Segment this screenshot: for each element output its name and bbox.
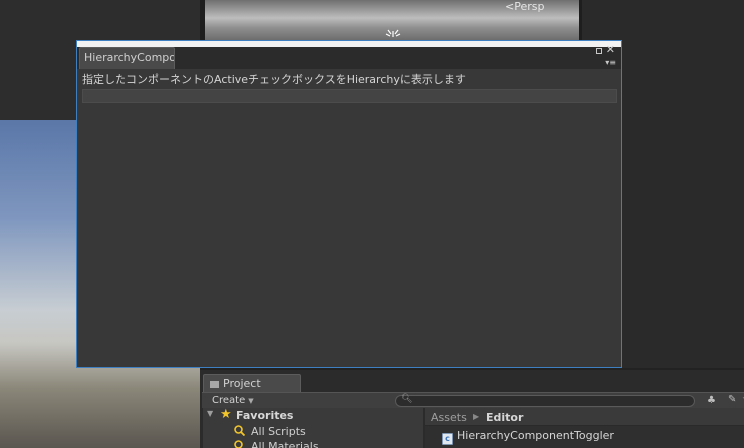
window-tab[interactable]: HierarchyComponentToggler (79, 47, 175, 69)
asset-item[interactable]: c HierarchyComponentToggler (442, 429, 614, 445)
favorites-item-all-materials[interactable]: All Materials (251, 440, 319, 448)
window-menu-icon[interactable]: ▾≡ (605, 59, 616, 67)
folder-icon (210, 381, 219, 388)
close-icon[interactable]: ✕ (606, 44, 615, 56)
project-tab[interactable]: Project (203, 374, 301, 392)
hierarchy-component-toggler-window[interactable]: HierarchyComponentToggler ✕ ▾≡ 指定したコンポーネ… (76, 40, 622, 368)
component-field[interactable] (82, 89, 617, 103)
project-tab-label: Project (223, 377, 261, 390)
favorites-tree: ▼ ★ Favorites All Scripts All Materials (203, 407, 423, 448)
maximize-icon[interactable] (596, 48, 602, 54)
expand-arrow-icon[interactable]: ▼ (207, 409, 213, 418)
favorites-item-all-scripts[interactable]: All Scripts (251, 425, 306, 438)
cs-script-icon: c (442, 433, 453, 445)
scene-perspective-label[interactable]: <Persp (505, 0, 544, 13)
breadcrumb-assets[interactable]: Assets (431, 411, 467, 424)
asset-item-label: HierarchyComponentToggler (457, 429, 614, 442)
search-filter-icon (234, 425, 245, 436)
filter-by-label-icon[interactable]: ✎ (728, 394, 740, 406)
favorites-label[interactable]: Favorites (236, 409, 293, 422)
window-description: 指定したコンポーネントのActiveチェックボックスをHierarchyに表示し… (82, 73, 466, 86)
breadcrumb: Assets ▶ Editor (425, 408, 744, 426)
search-icon: 🔍︎ (401, 394, 413, 404)
scene-gizmo-icon[interactable] (383, 29, 403, 40)
project-toolbar: Create▼ 🔍︎ ♣ ✎ ☆ (202, 392, 744, 408)
create-button[interactable]: Create ▼ (212, 395, 254, 406)
breadcrumb-editor[interactable]: Editor (486, 411, 523, 424)
breadcrumb-separator-icon: ▶ (473, 412, 480, 421)
window-body: 指定したコンポーネントのActiveチェックボックスをHierarchyに表示し… (77, 69, 621, 367)
star-icon: ★ (220, 407, 232, 422)
filter-by-type-icon[interactable]: ♣ (707, 395, 719, 407)
assets-browser: Assets ▶ Editor c HierarchyComponentToggl… (425, 408, 744, 448)
create-button-label: Create (212, 395, 246, 406)
project-search-input[interactable]: 🔍︎ (395, 394, 695, 407)
project-panel: Project Create▼ 🔍︎ ♣ ✎ ☆ ▼ ★ Favorites A… (200, 370, 744, 448)
search-filter-icon (234, 440, 243, 448)
dropdown-caret-icon: ▼ (248, 397, 254, 405)
